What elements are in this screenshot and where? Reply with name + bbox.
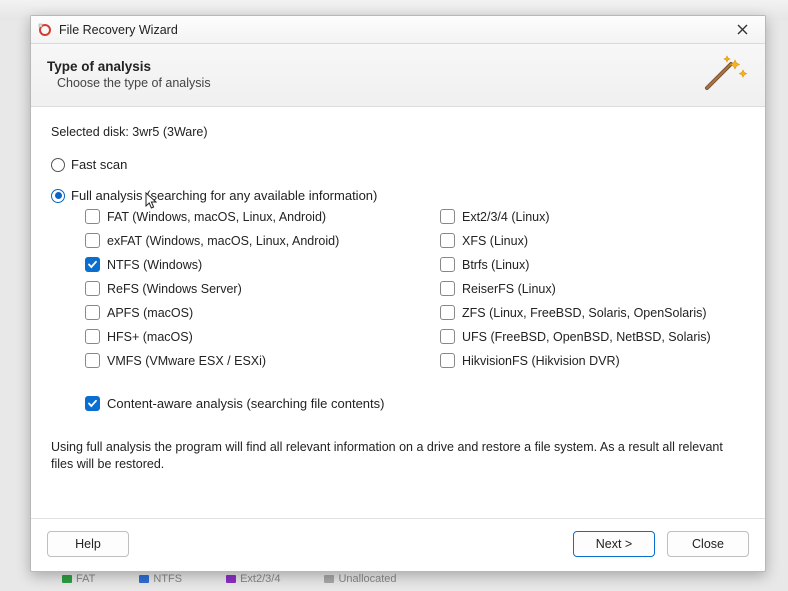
chk-hikvisionfs[interactable]: HikvisionFS (Hikvision DVR) [440, 353, 745, 368]
chk-apfs[interactable]: APFS (macOS) [85, 305, 390, 320]
radio-full-analysis[interactable]: Full analysis (searching for any availab… [51, 188, 745, 203]
filesystem-checkbox-grid: FAT (Windows, macOS, Linux, Android) Ext… [85, 209, 745, 368]
chk-btrfs[interactable]: Btrfs (Linux) [440, 257, 745, 272]
chk-zfs[interactable]: ZFS (Linux, FreeBSD, Solaris, OpenSolari… [440, 305, 745, 320]
checkbox-icon [440, 329, 455, 344]
radio-icon [51, 189, 65, 203]
background-partition-legend: FAT NTFS Ext2/3/4 Unallocated [62, 573, 397, 585]
header-title: Type of analysis [47, 59, 701, 74]
radio-label: Fast scan [71, 157, 127, 172]
radio-fast-scan[interactable]: Fast scan [51, 157, 745, 172]
checkbox-icon [85, 396, 100, 411]
close-icon [737, 24, 748, 35]
wizard-body: Selected disk: 3wr5 (3Ware) Fast scan Fu… [31, 107, 765, 518]
chk-ext[interactable]: Ext2/3/4 (Linux) [440, 209, 745, 224]
chk-vmfs[interactable]: VMFS (VMware ESX / ESXi) [85, 353, 390, 368]
checkbox-icon [440, 209, 455, 224]
radio-icon [51, 158, 65, 172]
file-recovery-wizard-dialog: File Recovery Wizard Type of analysis Ch… [30, 15, 766, 572]
chk-xfs[interactable]: XFS (Linux) [440, 233, 745, 248]
checkbox-icon [85, 329, 100, 344]
radio-label: Full analysis (searching for any availab… [71, 188, 377, 203]
checkbox-icon [85, 281, 100, 296]
chk-refs[interactable]: ReFS (Windows Server) [85, 281, 390, 296]
checkbox-icon [440, 305, 455, 320]
titlebar: File Recovery Wizard [31, 16, 765, 44]
wizard-wand-icon [701, 54, 749, 94]
close-dialog-button[interactable]: Close [667, 531, 749, 557]
chk-fat[interactable]: FAT (Windows, macOS, Linux, Android) [85, 209, 390, 224]
analysis-description: Using full analysis the program will fin… [51, 439, 745, 473]
chk-ufs[interactable]: UFS (FreeBSD, OpenBSD, NetBSD, Solaris) [440, 329, 745, 344]
content-aware-label: Content-aware analysis (searching file c… [107, 396, 384, 411]
help-button[interactable]: Help [47, 531, 129, 557]
checkbox-icon [85, 353, 100, 368]
chk-content-aware[interactable]: Content-aware analysis (searching file c… [85, 396, 745, 411]
window-title: File Recovery Wizard [59, 23, 178, 37]
chk-exfat[interactable]: exFAT (Windows, macOS, Linux, Android) [85, 233, 390, 248]
checkbox-icon [85, 257, 100, 272]
close-button[interactable] [725, 19, 759, 41]
next-button[interactable]: Next > [573, 531, 655, 557]
header-subtitle: Choose the type of analysis [47, 76, 701, 90]
app-icon [37, 22, 53, 38]
checkbox-icon [85, 233, 100, 248]
checkbox-icon [85, 209, 100, 224]
wizard-footer: Help Next > Close [31, 518, 765, 571]
selected-disk-label: Selected disk: 3wr5 (3Ware) [51, 125, 745, 139]
chk-ntfs[interactable]: NTFS (Windows) [85, 257, 390, 272]
chk-hfsplus[interactable]: HFS+ (macOS) [85, 329, 390, 344]
checkbox-icon [440, 257, 455, 272]
chk-reiserfs[interactable]: ReiserFS (Linux) [440, 281, 745, 296]
checkbox-icon [440, 353, 455, 368]
checkbox-icon [440, 233, 455, 248]
checkbox-icon [85, 305, 100, 320]
wizard-header: Type of analysis Choose the type of anal… [31, 44, 765, 107]
checkbox-icon [440, 281, 455, 296]
